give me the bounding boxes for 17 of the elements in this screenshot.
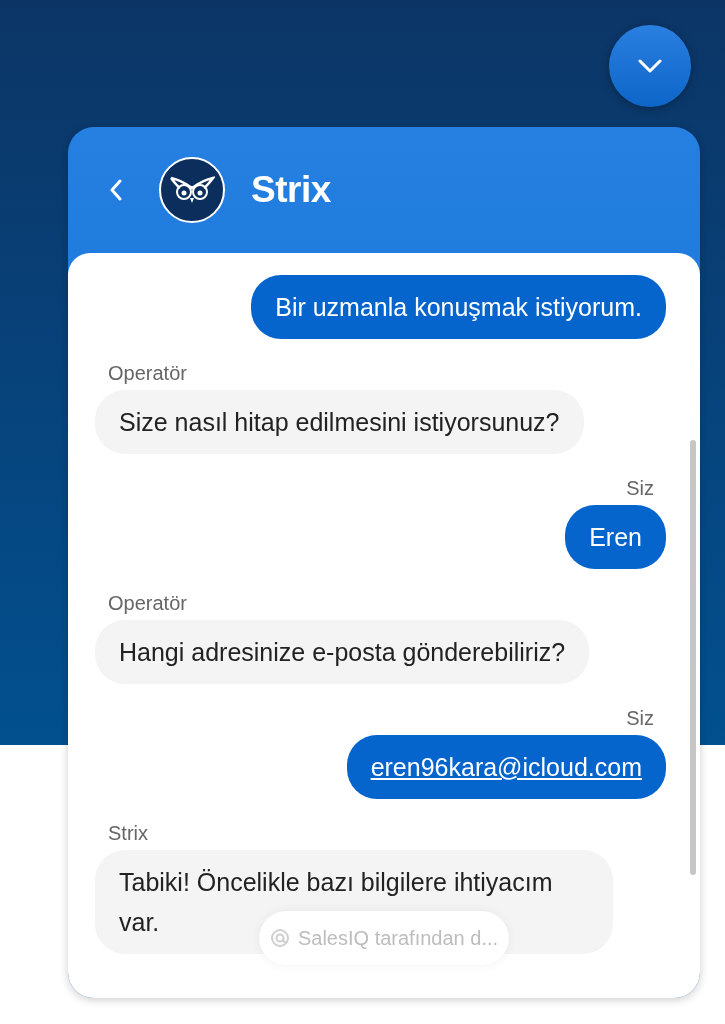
powered-by-text: SalesIQ tarafından d... bbox=[297, 926, 499, 950]
sender-name: Operatör bbox=[108, 593, 187, 613]
chevron-left-icon bbox=[110, 179, 122, 201]
message-bubble: Hangi adresinize e-posta gönderebiliriz? bbox=[95, 620, 590, 684]
email-link[interactable]: eren96kara@icloud.com bbox=[370, 753, 642, 781]
sender-name: Siz bbox=[626, 478, 654, 498]
message-bubble: Eren bbox=[565, 505, 666, 569]
at-sign-icon bbox=[269, 928, 290, 948]
scrollbar-thumb[interactable] bbox=[690, 440, 696, 875]
chat-title: Strix bbox=[251, 169, 331, 211]
sender-name: Operatör bbox=[108, 363, 187, 383]
message-bubble: Bir uzmanla konuşmak istiyorum. bbox=[251, 275, 666, 339]
chevron-down-icon bbox=[638, 59, 662, 73]
minimize-button[interactable] bbox=[609, 25, 691, 107]
sender-name: Strix bbox=[108, 823, 148, 843]
sender-name: Siz bbox=[626, 708, 654, 728]
message-bubble: Size nasıl hitap edilmesini istiyorsunuz? bbox=[95, 390, 584, 454]
